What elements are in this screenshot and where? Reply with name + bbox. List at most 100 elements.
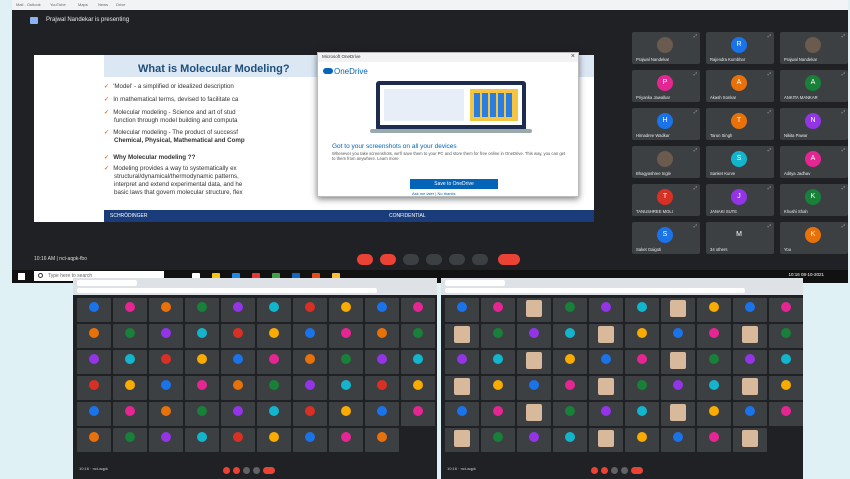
participant-tile[interactable]: J JANAKI SUTE ⤢ <box>706 184 774 216</box>
present-button[interactable] <box>253 467 260 474</box>
participant-tile[interactable] <box>625 324 659 348</box>
participant-tile[interactable]: S Sanket Kurve ⤢ <box>706 146 774 178</box>
bookmark-item[interactable]: Drive <box>116 2 125 7</box>
participant-tile[interactable] <box>401 402 435 426</box>
participant-tile[interactable] <box>697 428 731 452</box>
participant-tile[interactable] <box>293 428 327 452</box>
participant-tile[interactable] <box>553 350 587 374</box>
participant-tile[interactable] <box>77 350 111 374</box>
participant-tile[interactable] <box>625 428 659 452</box>
participant-tile[interactable]: T Tarun Singh ⤢ <box>706 108 774 140</box>
participant-tile[interactable] <box>113 428 147 452</box>
pin-icon[interactable]: ⤢ <box>842 71 845 76</box>
pin-icon[interactable]: ⤢ <box>842 185 845 190</box>
save-to-onedrive-button[interactable]: Save to OneDrive <box>410 179 498 189</box>
participant-tile[interactable] <box>625 350 659 374</box>
participant-tile[interactable] <box>661 402 695 426</box>
participant-tile[interactable] <box>329 350 363 374</box>
tray-clock[interactable]: 10:16 08-10-2021 <box>788 272 824 277</box>
participant-tile[interactable] <box>445 298 479 322</box>
participant-tile[interactable] <box>733 298 767 322</box>
participant-tile[interactable] <box>697 298 731 322</box>
participant-tile[interactable] <box>185 428 219 452</box>
participant-tile[interactable] <box>589 428 623 452</box>
pin-icon[interactable]: ⤢ <box>768 109 771 114</box>
participant-tile[interactable]: A Aditya Jadhav ⤢ <box>780 146 848 178</box>
participant-tile[interactable] <box>445 324 479 348</box>
present-button[interactable] <box>621 467 628 474</box>
participant-tile[interactable] <box>553 376 587 400</box>
participant-tile[interactable] <box>221 350 255 374</box>
participant-tile[interactable] <box>329 376 363 400</box>
participant-tile[interactable] <box>625 402 659 426</box>
participant-tile[interactable] <box>625 298 659 322</box>
participant-tile[interactable] <box>185 402 219 426</box>
pin-icon[interactable]: ⤢ <box>842 147 845 152</box>
participant-tile[interactable] <box>625 376 659 400</box>
participant-tile[interactable] <box>185 298 219 322</box>
participant-tile[interactable] <box>661 350 695 374</box>
participant-tile[interactable] <box>77 376 111 400</box>
participant-tile[interactable] <box>221 376 255 400</box>
participant-tile[interactable] <box>185 350 219 374</box>
participant-tile[interactable] <box>221 428 255 452</box>
participant-tile[interactable] <box>329 428 363 452</box>
bookmark-item[interactable]: Maps <box>78 2 88 7</box>
bookmark-item[interactable]: News <box>98 2 108 7</box>
participant-tile[interactable] <box>589 298 623 322</box>
participant-tile[interactable] <box>661 428 695 452</box>
participant-tile[interactable] <box>365 376 399 400</box>
participant-tile[interactable] <box>553 402 587 426</box>
participant-tile[interactable] <box>149 428 183 452</box>
participant-tile[interactable] <box>149 350 183 374</box>
participant-tile[interactable] <box>445 402 479 426</box>
participant-tile[interactable] <box>517 324 551 348</box>
bookmark-item[interactable]: YouTube <box>50 2 66 7</box>
participant-tile[interactable] <box>589 402 623 426</box>
participant-tile[interactable] <box>589 324 623 348</box>
participant-tile[interactable] <box>221 298 255 322</box>
participant-tile[interactable] <box>257 402 291 426</box>
participant-tile[interactable] <box>733 402 767 426</box>
participant-tile[interactable] <box>365 298 399 322</box>
participant-tile[interactable] <box>77 298 111 322</box>
participant-tile[interactable] <box>553 428 587 452</box>
captions-button[interactable] <box>611 467 618 474</box>
participant-tile[interactable] <box>365 428 399 452</box>
participant-tile[interactable] <box>293 298 327 322</box>
participant-tile[interactable] <box>445 376 479 400</box>
participant-tile[interactable]: P Priyanka Jawalkar ⤢ <box>632 70 700 102</box>
participant-tile[interactable] <box>697 376 731 400</box>
participant-tile[interactable] <box>517 428 551 452</box>
more-options-button[interactable] <box>472 254 488 265</box>
participant-tile[interactable] <box>293 376 327 400</box>
participant-tile[interactable] <box>257 350 291 374</box>
end-call-button[interactable] <box>631 467 643 474</box>
pin-icon[interactable]: ⤢ <box>768 71 771 76</box>
participant-tile[interactable] <box>481 298 515 322</box>
participant-tile[interactable] <box>697 402 731 426</box>
participant-tile[interactable] <box>257 376 291 400</box>
captions-button[interactable] <box>243 467 250 474</box>
participant-tile[interactable] <box>329 298 363 322</box>
raise-hand-button[interactable] <box>426 254 442 265</box>
camera-off-button[interactable] <box>601 467 608 474</box>
pin-icon[interactable]: ⤢ <box>842 223 845 228</box>
pin-icon[interactable]: ⤢ <box>768 147 771 152</box>
participant-tile[interactable] <box>481 402 515 426</box>
pin-icon[interactable]: ⤢ <box>694 223 697 228</box>
participant-tile[interactable] <box>293 324 327 348</box>
participant-tile[interactable] <box>661 376 695 400</box>
participant-tile[interactable]: M 34 others ⤢ <box>706 222 774 254</box>
participant-tile[interactable]: K You ⤢ <box>780 222 848 254</box>
pin-icon[interactable]: ⤢ <box>842 33 845 38</box>
participant-tile[interactable]: H Himadree Wadkar ⤢ <box>632 108 700 140</box>
camera-off-button[interactable] <box>380 254 396 265</box>
participant-tile[interactable] <box>401 324 435 348</box>
participant-tile[interactable] <box>517 350 551 374</box>
pin-icon[interactable]: ⤢ <box>694 109 697 114</box>
participant-tile[interactable] <box>113 402 147 426</box>
participant-tile[interactable]: A ANKITA MANKAR ⤢ <box>780 70 848 102</box>
participant-tile[interactable] <box>77 402 111 426</box>
mic-off-button[interactable] <box>357 254 373 265</box>
